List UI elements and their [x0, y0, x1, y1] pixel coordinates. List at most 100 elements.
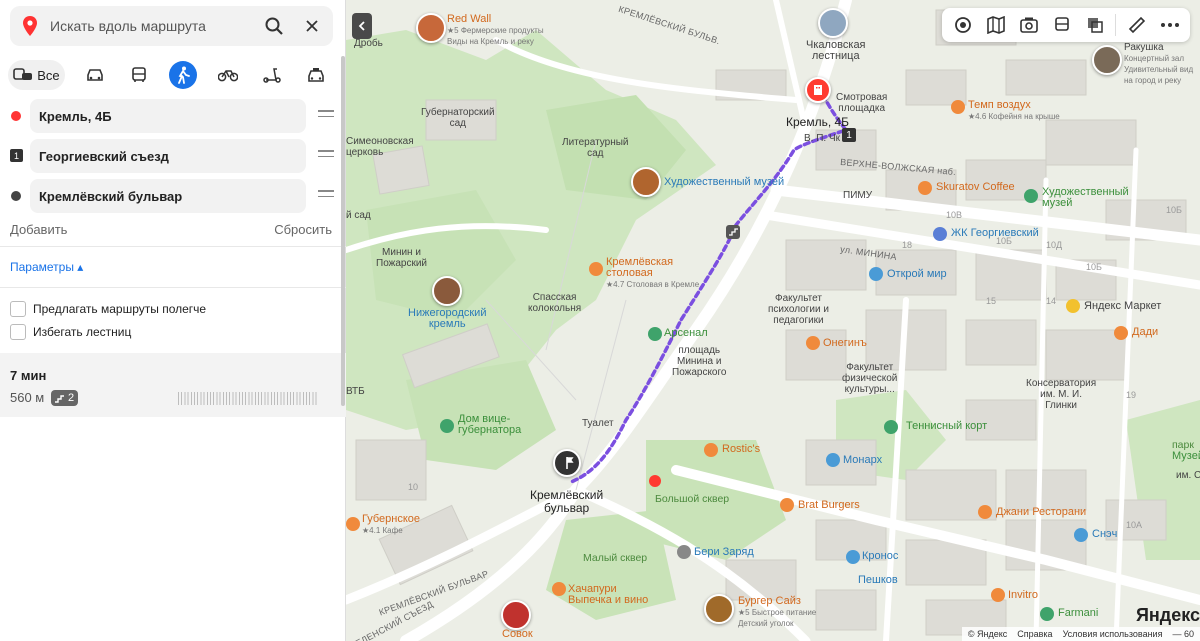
mode-bike-button[interactable] [205, 60, 249, 90]
route-option-card[interactable]: 7 мин 560 м 2 [0, 353, 346, 417]
poi-label-khachapuri[interactable]: Хачапури Выпечка и вино [568, 584, 648, 606]
cafe-icon[interactable] [951, 100, 965, 114]
restaurant-icon[interactable] [806, 336, 820, 350]
waypoint-start-field[interactable]: Кремль, 4Б [30, 99, 306, 133]
mode-bus-button[interactable] [117, 60, 161, 90]
poi-label-skuratov[interactable]: Skuratov Coffee [936, 182, 1015, 193]
nn-kremlin-poi-icon[interactable] [432, 276, 462, 306]
poi-label-vtb[interactable]: ВТБ [346, 386, 365, 397]
waypoint-1-marker[interactable]: 1 [842, 128, 856, 142]
traffic-button[interactable] [1078, 8, 1111, 42]
more-button[interactable] [1153, 8, 1186, 42]
fastfood-icon[interactable] [704, 443, 718, 457]
poi-label-burger[interactable]: Бургер Сайз ★5 Быстрое питание Детский у… [738, 596, 816, 629]
poi-label-sovok[interactable]: Совок [502, 629, 533, 640]
option-avoid-stairs[interactable]: Избегать лестниц [10, 324, 131, 340]
poi-label-monarch[interactable]: Монарх [843, 455, 882, 466]
poi-label-gubernskoe[interactable]: Губернское ★4.1 Кафе [362, 514, 420, 536]
art-museum-poi-icon[interactable] [631, 167, 661, 197]
restaurant-icon[interactable] [978, 505, 992, 519]
start-marker-icon[interactable] [805, 77, 831, 103]
poi-label-kronos[interactable]: Кронос [862, 551, 898, 562]
poi-label-arsenal[interactable]: Арсенал [664, 328, 708, 339]
search-input[interactable] [50, 18, 255, 34]
end-marker-icon[interactable] [553, 449, 581, 477]
poi-label-art-museum[interactable]: Художественный музей [664, 177, 784, 188]
residential-icon[interactable] [933, 227, 947, 241]
poi-label-red-wall[interactable]: Red Wall ★5 Фермерские продукты Виды на … [447, 14, 544, 47]
mode-walk-button[interactable] [161, 60, 205, 90]
help-link[interactable]: Справка [1017, 629, 1052, 639]
museum-icon[interactable] [1024, 189, 1038, 203]
collapse-sidebar-button[interactable] [352, 13, 372, 39]
waypoint-1-field[interactable]: Георгиевский съезд [30, 139, 306, 173]
poi-label-dadi[interactable]: Дади [1132, 327, 1158, 338]
poi-label-rostics[interactable]: Rostic's [722, 444, 760, 455]
burger-icon[interactable] [780, 498, 794, 512]
poi-label-beri[interactable]: Бери Заряд [694, 547, 754, 558]
add-waypoint-button[interactable]: Добавить [10, 222, 67, 237]
poi-label-peshkov[interactable]: Пешков [858, 575, 898, 586]
bakery-icon[interactable] [552, 582, 566, 596]
ruler-button[interactable] [1120, 8, 1153, 42]
poi-label-brat[interactable]: Brat Burgers [798, 500, 860, 511]
map-type-button[interactable] [979, 8, 1012, 42]
search-button[interactable] [255, 6, 293, 46]
landmark-icon[interactable] [440, 419, 454, 433]
reset-button[interactable]: Сбросить [274, 222, 332, 237]
map-canvas[interactable]: Red Wall ★5 Фермерские продукты Виды на … [346, 0, 1200, 641]
transit-button[interactable] [1045, 8, 1078, 42]
museum-icon[interactable] [648, 327, 662, 341]
rakushka-poi-icon[interactable] [1092, 45, 1122, 75]
poi-label-art-museum-2[interactable]: Художественный музей [1042, 187, 1129, 209]
sovok-poi-icon[interactable] [501, 600, 531, 630]
poi-label-invitro[interactable]: Invitro [1008, 590, 1038, 601]
sidebar-scrollbar[interactable] [341, 56, 345, 406]
restaurant-icon[interactable] [1114, 326, 1128, 340]
bank-icon[interactable] [869, 267, 883, 281]
panorama-button[interactable] [1012, 8, 1045, 42]
sport-icon[interactable] [884, 420, 898, 434]
close-button[interactable] [293, 6, 331, 46]
poi-label-nn-kremlin[interactable]: Нижегородский кремль [408, 308, 486, 330]
mode-car-button[interactable] [73, 60, 117, 90]
lab-icon[interactable] [991, 588, 1005, 602]
chkalov-stairs-poi-icon[interactable] [818, 8, 848, 38]
mode-taxi-button[interactable] [294, 60, 338, 90]
checkbox[interactable] [10, 301, 26, 317]
layers-button[interactable] [946, 8, 979, 42]
terms-link[interactable]: Условия использования [1063, 629, 1163, 639]
poi-label-onegin[interactable]: Онегинъ [823, 338, 867, 349]
shop-icon[interactable] [1074, 528, 1088, 542]
poi-label-yandex-market[interactable]: Яндекс Маркет [1084, 301, 1161, 312]
poi-label-kreml-canteen[interactable]: Кремлёвская столовая ★4.7 Столовая в Кре… [606, 257, 699, 290]
option-easier-routes[interactable]: Предлагать маршруты полегче [10, 301, 206, 317]
poi-label-sns[interactable]: Снэч [1092, 529, 1117, 540]
coffee-icon[interactable] [918, 181, 932, 195]
checkbox[interactable] [10, 324, 26, 340]
poi-label-zhk[interactable]: ЖК Георгиевский [951, 228, 1039, 239]
poi-label-otkryty[interactable]: Открой мир [887, 269, 947, 280]
drag-handle-icon[interactable] [318, 110, 334, 122]
poi-label-dom-vice[interactable]: Дом вице- губернатора [458, 414, 521, 436]
cafe-icon[interactable] [346, 517, 360, 531]
poi-label-dzhani[interactable]: Джани Ресторани [996, 507, 1086, 518]
mode-scooter-button[interactable] [250, 60, 294, 90]
poi-label-farmani[interactable]: Farmani [1058, 608, 1098, 619]
charging-icon[interactable] [677, 545, 691, 559]
poi-label-temp[interactable]: Темп воздух ★4.6 Кофейня на крыше [968, 100, 1060, 122]
canteen-icon[interactable] [589, 262, 603, 276]
poi-label-muzey-right[interactable]: Музей и [1172, 451, 1200, 462]
poi-label-tennis[interactable]: Теннисный корт [906, 421, 987, 432]
mode-all-button[interactable]: Все [8, 60, 65, 90]
waypoint-end-field[interactable]: Кремлёвский бульвар [30, 179, 306, 213]
shop-icon[interactable] [826, 453, 840, 467]
parameters-toggle[interactable]: Параметры ▴ [10, 260, 83, 274]
burger-size-poi-icon[interactable] [704, 594, 734, 624]
market-icon[interactable] [1066, 299, 1080, 313]
poi-label-rakushka[interactable]: Ракушка Концертный зал Удивительный вид … [1124, 42, 1193, 86]
drag-handle-icon[interactable] [318, 190, 334, 202]
red-wall-poi-icon[interactable] [416, 13, 446, 43]
drag-handle-icon[interactable] [318, 150, 334, 162]
pharmacy-icon[interactable] [1040, 607, 1054, 621]
